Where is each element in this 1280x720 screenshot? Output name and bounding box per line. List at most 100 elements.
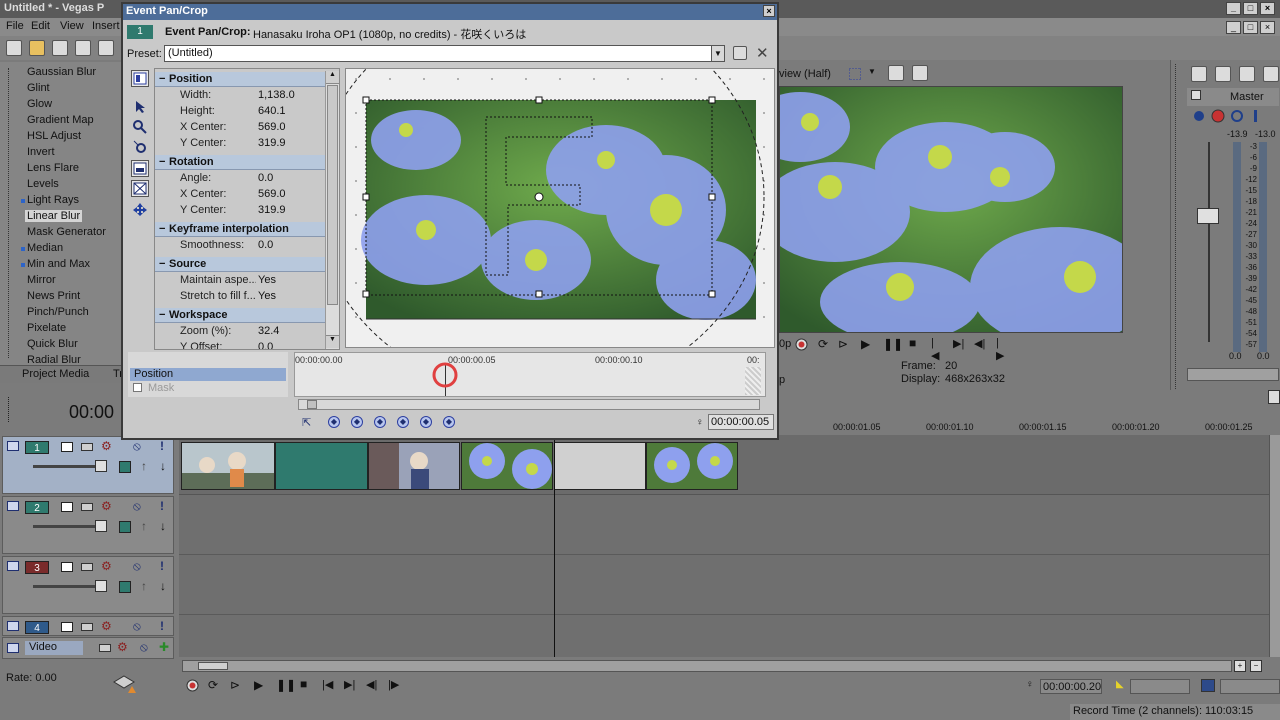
fx-list-item[interactable]: HSL Adjust xyxy=(27,130,81,142)
track-comp-parent-icon[interactable] xyxy=(119,581,131,593)
first-keyframe-icon[interactable]: ◆ xyxy=(328,416,340,428)
selection-length-field[interactable] xyxy=(1130,679,1190,694)
timeline-vscrollbar[interactable] xyxy=(1269,435,1280,657)
track-motion-icon[interactable] xyxy=(61,622,73,632)
selection-end-field[interactable] xyxy=(1220,679,1280,694)
track-mute-icon[interactable]: ⦸ xyxy=(133,559,141,574)
fx-list-item[interactable]: Light Rays xyxy=(27,194,79,206)
last-keyframe-icon[interactable]: ◆ xyxy=(443,416,455,428)
make-compositing-child-icon[interactable]: ↓ xyxy=(160,459,166,473)
track-lane-3[interactable] xyxy=(179,555,1269,615)
fx-list-item[interactable]: News Print xyxy=(27,290,80,302)
track-header[interactable]: 2 ⚙ ⦸! ↑ ↓ xyxy=(2,496,174,554)
property-value[interactable]: Yes xyxy=(258,274,276,286)
tab-project-media[interactable]: Project Media xyxy=(22,368,89,380)
track-area[interactable] xyxy=(179,435,1269,657)
make-compositing-parent-icon[interactable]: ↑ xyxy=(141,579,147,593)
doc-minimize-button[interactable]: _ xyxy=(1226,21,1241,34)
sync-cursor-icon[interactable]: ⇱ xyxy=(302,416,311,429)
bus-gear-icon[interactable]: ⚙ xyxy=(117,640,128,654)
enable-snapping-icon[interactable] xyxy=(131,160,149,177)
property-value[interactable]: 32.4 xyxy=(258,325,279,337)
make-compositing-parent-icon[interactable]: ↑ xyxy=(141,519,147,533)
overlays-icon[interactable] xyxy=(849,68,861,80)
playhead[interactable] xyxy=(554,435,555,657)
track-fx-icon[interactable] xyxy=(81,623,93,631)
go-to-end-icon[interactable]: ▶| xyxy=(344,678,355,691)
play-icon[interactable]: ▶ xyxy=(254,678,263,692)
dialog-titlebar[interactable]: Event Pan/Crop × xyxy=(123,4,777,20)
video-bus-header[interactable]: Video ⚙ ⦸ ✚ xyxy=(2,637,174,659)
master-fader[interactable] xyxy=(1197,208,1219,224)
track-compositing-gear-icon[interactable]: ⚙ xyxy=(101,439,112,453)
track-compositing-gear-icon[interactable]: ⚙ xyxy=(101,619,112,633)
track-motion-icon[interactable] xyxy=(61,442,73,452)
group-toggle-icon[interactable]: − xyxy=(159,258,169,270)
fx-list-item[interactable]: Glint xyxy=(27,82,50,94)
keyframe-track-position[interactable]: Position xyxy=(130,368,286,381)
maximize-button[interactable]: □ xyxy=(1243,2,1258,15)
preset-dropdown[interactable]: (Untitled) ▼ xyxy=(164,45,725,62)
cursor-position-field[interactable]: 00:00:00.20 xyxy=(1040,679,1102,694)
chevron-down-icon[interactable]: ▼ xyxy=(711,46,724,61)
track-mute-icon[interactable]: ⦸ xyxy=(133,499,141,514)
panel-grip[interactable] xyxy=(8,397,11,422)
fx-list-item[interactable]: Gaussian Blur xyxy=(27,66,96,78)
video-clip[interactable] xyxy=(368,442,460,490)
delete-preset-icon[interactable]: ✕ xyxy=(756,44,769,62)
track-comp-parent-icon[interactable] xyxy=(119,521,131,533)
play-icon[interactable]: ▶ xyxy=(861,337,870,351)
track-solo-icon[interactable]: ! xyxy=(160,559,164,573)
track-mute-icon[interactable]: ⦸ xyxy=(133,619,141,634)
preview-quality-dropdown[interactable]: view (Half) xyxy=(779,68,831,80)
kf-hscrollbar[interactable] xyxy=(298,399,760,410)
pause-icon[interactable]: ❚❚ xyxy=(276,678,296,692)
kf-hscroll-thumb[interactable] xyxy=(307,400,317,409)
group-toggle-icon[interactable]: − xyxy=(159,73,169,85)
create-keyframe-icon[interactable]: ◆ xyxy=(374,416,386,428)
make-compositing-child-icon[interactable]: ↓ xyxy=(160,519,166,533)
track-compositing-gear-icon[interactable]: ⚙ xyxy=(101,559,112,573)
menu-view[interactable]: View xyxy=(60,20,84,32)
lock-icon[interactable] xyxy=(1263,66,1279,82)
video-clip[interactable] xyxy=(461,442,553,490)
zoom-tool-icon[interactable] xyxy=(131,118,149,135)
property-row[interactable]: Y Center: 319.9 xyxy=(155,137,325,152)
record-icon[interactable] xyxy=(795,338,808,351)
loop-icon[interactable]: ⟳ xyxy=(208,678,218,692)
next-frame-icon[interactable]: |▶ xyxy=(388,678,399,691)
stop-icon[interactable]: ■ xyxy=(300,677,307,691)
track-expand-icon[interactable] xyxy=(7,441,19,451)
fx-list-item[interactable]: Min and Max xyxy=(27,258,90,270)
close-button[interactable]: × xyxy=(1260,2,1275,15)
save-as-icon[interactable] xyxy=(75,40,91,56)
bus-mute-icon[interactable]: ⦸ xyxy=(140,640,148,655)
track-lane-2[interactable] xyxy=(179,495,1269,555)
track-opacity-fader[interactable] xyxy=(33,525,103,528)
fx-list-item[interactable]: Gradient Map xyxy=(27,114,94,126)
prev-frame-icon[interactable]: ◀| xyxy=(366,678,377,691)
prev-frame-icon[interactable]: ◀| xyxy=(974,337,985,350)
zoom-out-button[interactable]: − xyxy=(1250,660,1262,672)
track-comp-parent-icon[interactable] xyxy=(119,461,131,473)
keyframe-timeline[interactable]: 00:00:00.00 00:00:00.05 00:00:00.10 00: xyxy=(294,352,766,397)
pause-icon[interactable]: ❚❚ xyxy=(883,337,903,351)
doc-close-button[interactable]: × xyxy=(1260,21,1275,34)
zoom-in-button[interactable]: + xyxy=(1234,660,1246,672)
make-compositing-child-icon[interactable]: ↓ xyxy=(160,579,166,593)
property-row[interactable]: Y Center: 319.9 xyxy=(155,204,325,219)
minimize-button[interactable]: _ xyxy=(1226,2,1241,15)
track-opacity-fader[interactable] xyxy=(33,465,103,468)
property-row[interactable]: Height: 640.1 xyxy=(155,105,325,120)
save-snapshot-icon[interactable] xyxy=(912,65,928,81)
rate-slider[interactable] xyxy=(108,674,140,694)
go-to-end-icon[interactable]: ▶| xyxy=(953,337,964,350)
bus-add-icon[interactable]: ✚ xyxy=(159,640,169,654)
property-row[interactable]: Smoothness: 0.0 xyxy=(155,239,325,254)
loop-icon[interactable]: ⟳ xyxy=(818,337,828,351)
property-group[interactable]: − Workspace xyxy=(155,308,325,323)
next-keyframe-icon[interactable]: ◆ xyxy=(420,416,432,428)
property-value[interactable]: 1,138.0 xyxy=(258,89,295,101)
property-value[interactable]: 640.1 xyxy=(258,105,286,117)
track-motion-icon[interactable] xyxy=(61,562,73,572)
